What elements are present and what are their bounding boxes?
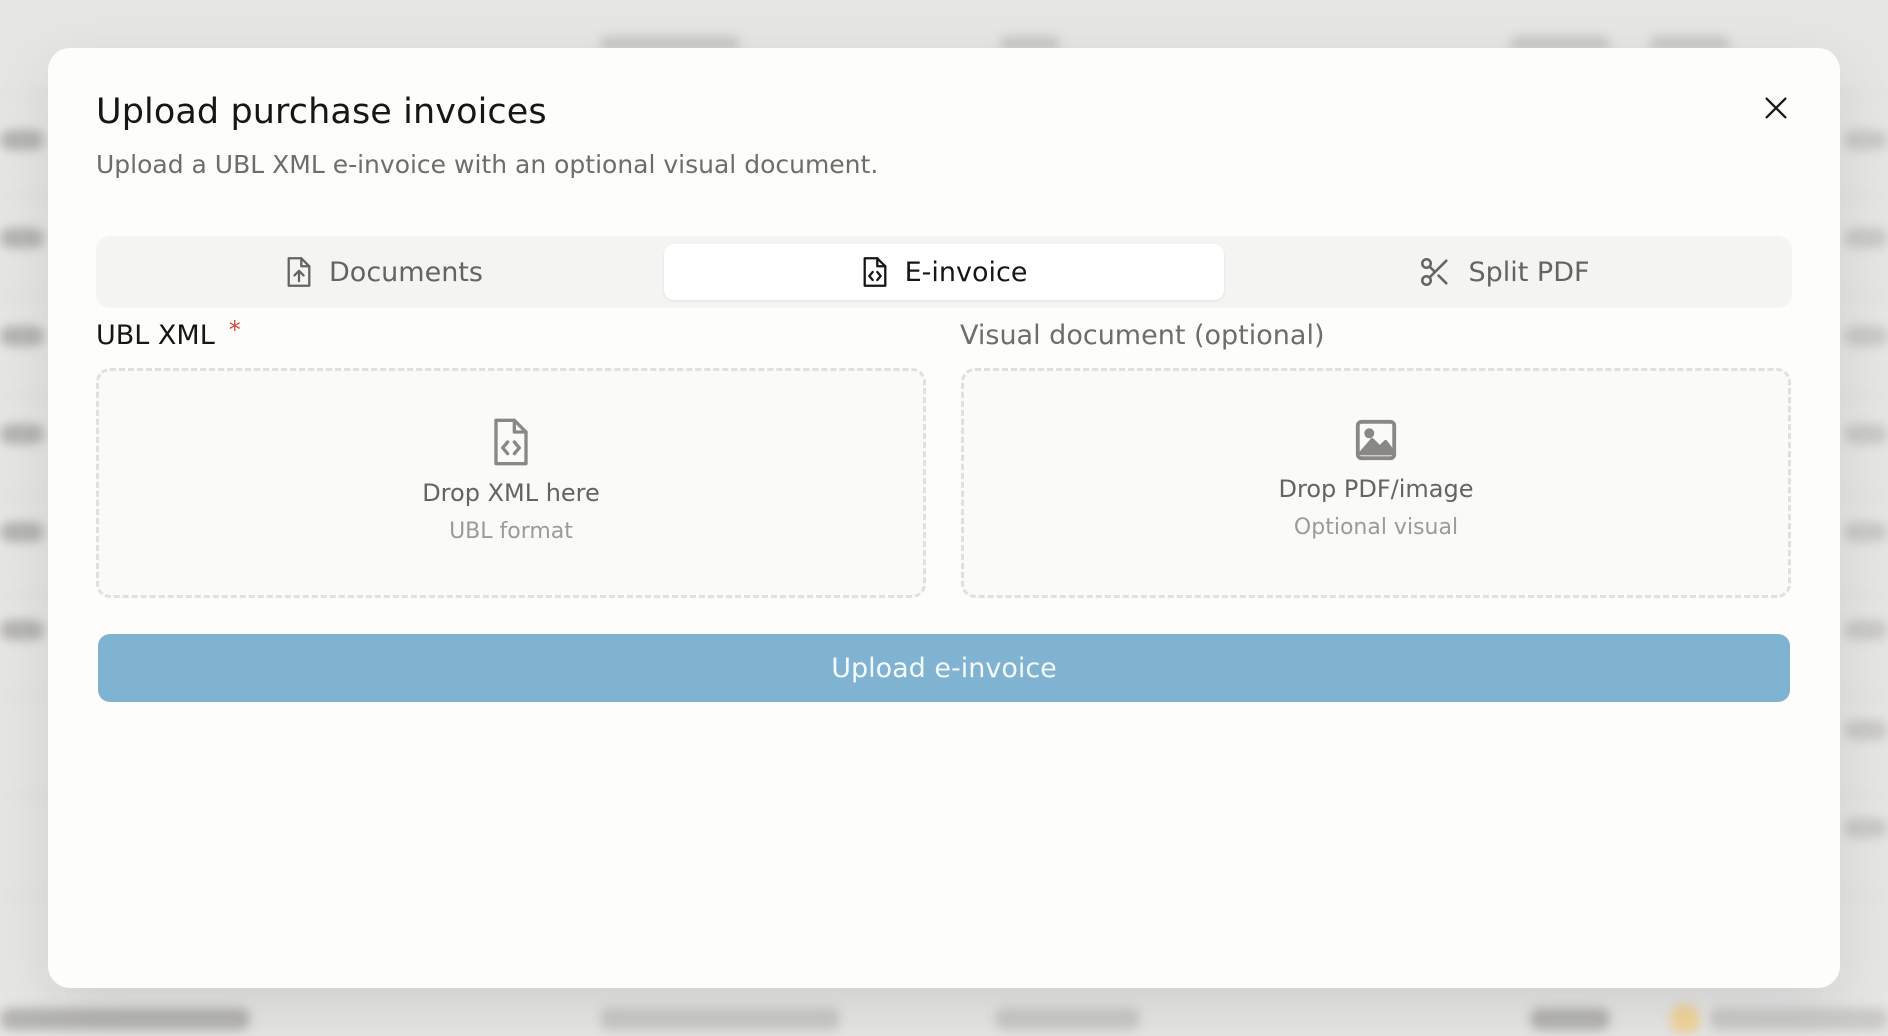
visual-drop-text: Drop PDF/image <box>1278 475 1474 503</box>
close-icon <box>1765 97 1787 119</box>
upload-mode-tabs: Documents E-invoice Split PDF <box>96 236 1792 308</box>
xml-drop-text: Drop XML here <box>422 479 600 507</box>
bg-cell <box>0 228 44 248</box>
upload-invoices-modal: Upload purchase invoices Upload a UBL XM… <box>48 48 1840 988</box>
tab-documents[interactable]: Documents <box>104 244 664 300</box>
visual-dropzone[interactable]: Drop PDF/image Optional visual <box>961 368 1791 598</box>
bg-cell <box>1844 130 1888 150</box>
bg-cell <box>600 1008 840 1030</box>
bg-cell <box>1844 620 1888 640</box>
bg-cell <box>0 620 44 640</box>
tab-split-pdf[interactable]: Split PDF <box>1224 244 1784 300</box>
bg-cell <box>995 1008 1140 1030</box>
bg-cell <box>1844 228 1888 248</box>
bg-cell <box>0 522 44 542</box>
bg-cell <box>1844 522 1888 542</box>
close-button[interactable] <box>1754 86 1798 130</box>
bg-cell <box>1530 1008 1610 1030</box>
bg-cell <box>1844 720 1888 740</box>
bg-cell <box>1844 424 1888 444</box>
tab-label: Documents <box>329 256 483 288</box>
scissors-icon <box>1421 257 1449 287</box>
visual-document-label: Visual document (optional) <box>960 320 1325 351</box>
bg-cell <box>0 424 44 444</box>
visual-hint: Optional visual <box>1293 515 1459 540</box>
file-code-icon <box>863 257 886 287</box>
bg-cell <box>0 130 44 150</box>
modal-title: Upload purchase invoices <box>96 92 547 132</box>
file-code-icon <box>494 418 528 466</box>
tab-label: Split PDF <box>1468 256 1590 288</box>
modal-description: Upload a UBL XML e-invoice with an optio… <box>96 150 879 179</box>
xml-dropzone[interactable]: Drop XML here UBL format <box>96 368 926 598</box>
ubl-xml-label-text: UBL XML <box>96 320 215 351</box>
xml-format-hint: UBL format <box>449 519 573 544</box>
bg-cell <box>0 326 44 346</box>
tab-label: E-invoice <box>904 256 1028 288</box>
bg-cell <box>1710 1008 1888 1030</box>
image-icon <box>1355 419 1397 461</box>
bg-cell <box>1844 818 1888 838</box>
bg-cell <box>0 1008 250 1030</box>
file-upload-icon <box>287 257 311 287</box>
bg-status-dot <box>1670 1004 1700 1034</box>
tab-e-invoice[interactable]: E-invoice <box>664 244 1224 300</box>
upload-e-invoice-button[interactable]: Upload e-invoice <box>98 634 1790 702</box>
bg-cell <box>1844 326 1888 346</box>
required-marker: * <box>228 316 241 344</box>
ubl-xml-label: UBL XML * <box>96 316 241 351</box>
